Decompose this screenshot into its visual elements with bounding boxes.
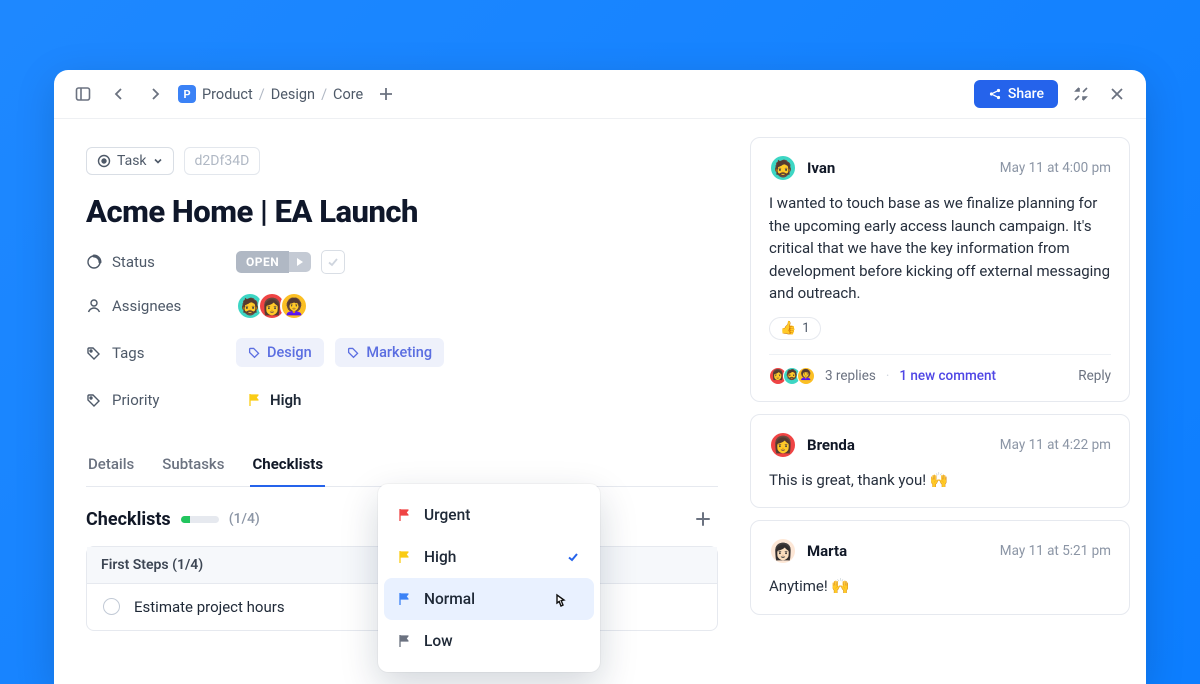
new-comment-link[interactable]: 1 new comment xyxy=(899,368,996,384)
cursor-icon xyxy=(552,592,570,610)
comment-timestamp: May 11 at 4:22 pm xyxy=(1000,437,1111,453)
priority-picker[interactable]: High xyxy=(236,385,313,415)
comments-panel: 🧔 Ivan May 11 at 4:00 pm I wanted to tou… xyxy=(750,119,1146,684)
breadcrumb: P Product / Design / Core xyxy=(178,85,363,103)
assignees-label: Assignees xyxy=(86,297,236,315)
assignees-avatars[interactable]: 🧔 👩 👩‍🦱 xyxy=(236,292,308,320)
comment-body: Anytime! 🙌 xyxy=(769,575,1111,598)
share-button[interactable]: Share xyxy=(974,80,1058,108)
checklists-heading: Checklists xyxy=(86,509,171,530)
add-checklist-button[interactable] xyxy=(694,510,718,528)
replies-count[interactable]: 3 replies xyxy=(825,368,876,384)
close-icon[interactable] xyxy=(1104,81,1130,107)
app-window: P Product / Design / Core Share xyxy=(54,70,1146,684)
tab-checklists[interactable]: Checklists xyxy=(250,445,325,487)
comment-author: Ivan xyxy=(807,159,835,177)
breadcrumb-sep: / xyxy=(259,86,265,103)
checkbox-icon[interactable] xyxy=(103,598,120,615)
tag-icon xyxy=(86,392,102,408)
comment-card: 👩 Brenda May 11 at 4:22 pm This is great… xyxy=(750,414,1130,509)
task-title[interactable]: Acme Home | EA Launch xyxy=(86,193,718,230)
tabs: Details Subtasks Checklists xyxy=(86,445,718,487)
comment-author: Brenda xyxy=(807,436,855,454)
add-icon[interactable] xyxy=(373,81,399,107)
comment-timestamp: May 11 at 4:00 pm xyxy=(1000,160,1111,176)
mark-complete-button[interactable] xyxy=(321,250,345,274)
tag-chip[interactable]: Marketing xyxy=(335,338,444,367)
status-value: OPEN xyxy=(236,251,289,273)
status-picker[interactable]: OPEN xyxy=(236,251,311,273)
priority-option-urgent[interactable]: Urgent xyxy=(384,494,594,536)
comment-body: I wanted to touch base as we finalize pl… xyxy=(769,192,1111,305)
breadcrumb-item[interactable]: Product xyxy=(202,86,253,103)
task-main: Task d2Df34D Acme Home | EA Launch Statu… xyxy=(54,119,750,684)
priority-option-normal[interactable]: Normal xyxy=(384,578,594,620)
task-type-select[interactable]: Task xyxy=(86,147,174,175)
avatar: 🧔 xyxy=(769,154,797,182)
checklist-progress xyxy=(181,516,219,523)
tag-chip[interactable]: Design xyxy=(236,338,324,367)
checklist-count: (1/4) xyxy=(229,511,260,527)
flag-icon xyxy=(398,550,412,564)
chevron-down-icon xyxy=(153,156,163,166)
flag-icon xyxy=(398,508,412,522)
priority-label: Priority xyxy=(86,391,236,409)
reaction-emoji: 👍 xyxy=(780,321,796,336)
avatar: 👩 xyxy=(769,431,797,459)
share-label: Share xyxy=(1008,86,1044,102)
task-id: d2Df34D xyxy=(184,147,261,175)
comment-card: 👩🏻 Marta May 11 at 5:21 pm Anytime! 🙌 xyxy=(750,520,1130,615)
reaction-chip[interactable]: 👍 1 xyxy=(769,317,821,340)
breadcrumb-item[interactable]: Core xyxy=(333,86,363,103)
priority-option-low[interactable]: Low xyxy=(384,620,594,662)
tag-icon xyxy=(86,345,102,361)
nav-forward-icon[interactable] xyxy=(142,81,168,107)
status-next-icon[interactable] xyxy=(289,252,311,272)
priority-value: High xyxy=(270,391,301,409)
tab-details[interactable]: Details xyxy=(86,445,136,486)
comment-author: Marta xyxy=(807,542,847,560)
project-icon: P xyxy=(178,85,196,103)
status-icon xyxy=(86,254,102,270)
breadcrumb-item[interactable]: Design xyxy=(271,86,315,103)
reply-button[interactable]: Reply xyxy=(1078,368,1111,384)
flag-icon xyxy=(248,393,262,407)
comment-body: This is great, thank you! 🙌 xyxy=(769,469,1111,492)
topbar: P Product / Design / Core Share xyxy=(54,70,1146,119)
flag-icon xyxy=(398,592,412,606)
flag-icon xyxy=(398,634,412,648)
priority-menu: Urgent High Normal xyxy=(378,484,600,672)
task-type-label: Task xyxy=(117,153,147,169)
check-icon xyxy=(566,550,580,564)
tab-subtasks[interactable]: Subtasks xyxy=(160,445,226,486)
priority-option-high[interactable]: High xyxy=(384,536,594,578)
status-label: Status xyxy=(86,253,236,271)
comment-card: 🧔 Ivan May 11 at 4:00 pm I wanted to tou… xyxy=(750,137,1130,402)
person-icon xyxy=(86,298,102,314)
comment-timestamp: May 11 at 5:21 pm xyxy=(1000,543,1111,559)
sidebar-toggle-icon[interactable] xyxy=(70,81,96,107)
avatar[interactable]: 👩‍🦱 xyxy=(280,292,308,320)
reaction-count: 1 xyxy=(802,321,809,336)
tags-label: Tags xyxy=(86,344,236,362)
checklist-item-label: Estimate project hours xyxy=(134,598,285,616)
collapse-icon[interactable] xyxy=(1068,81,1094,107)
nav-back-icon[interactable] xyxy=(106,81,132,107)
reply-avatars: 👩 🧔 👩‍🦱 xyxy=(769,367,815,385)
avatar: 👩🏻 xyxy=(769,537,797,565)
breadcrumb-sep: / xyxy=(321,86,327,103)
